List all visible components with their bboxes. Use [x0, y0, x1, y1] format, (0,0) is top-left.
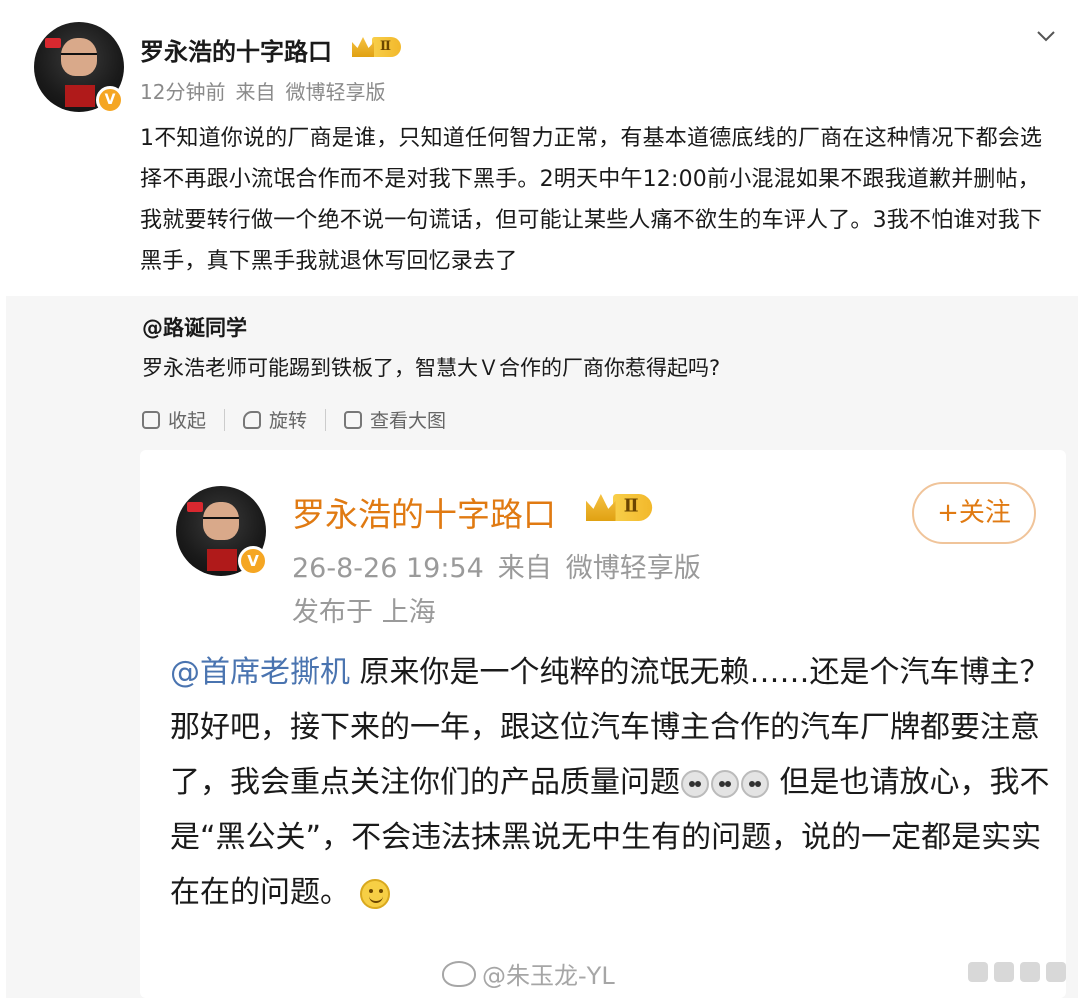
verified-badge-icon: V	[238, 546, 268, 576]
main-post: V 罗永浩的十字路口 Ⅱ 12分钟前 来自 微博轻享版 1不知道你说的厂商是谁，只知…	[0, 0, 1078, 300]
deco-block	[968, 962, 988, 982]
level-badge: Ⅱ	[372, 37, 401, 57]
repost-block: @路诞同学 罗永浩老师可能踢到铁板了，智慧大Ｖ合作的厂商你惹得起吗? 收起 旋转…	[6, 296, 1078, 998]
rotate-icon	[243, 410, 262, 429]
crown-icon	[586, 494, 616, 521]
rotate-button[interactable]: 旋转	[243, 406, 307, 433]
smile-emoji-icon	[359, 878, 390, 909]
view-large-button[interactable]: 查看大图	[344, 406, 446, 433]
watermark: @朱玉龙-YL	[442, 956, 615, 991]
chevron-down-icon[interactable]	[1036, 26, 1056, 46]
post-meta: 12分钟前 来自 微博轻享版	[140, 76, 395, 105]
repost-text: 罗永浩老师可能踢到铁板了，智慧大Ｖ合作的厂商你惹得起吗?	[142, 356, 721, 380]
source-prefix: 来自	[235, 80, 276, 104]
divider	[325, 408, 327, 431]
embedded-post-image[interactable]: V 罗永浩的十字路口 Ⅱ +关注 26-8-26 19:54 来自 微博轻享版 发布…	[140, 450, 1066, 998]
rotate-label: 旋转	[269, 410, 308, 432]
card-author-name: 罗永浩的十字路口	[292, 495, 556, 534]
skull-emoji-icon	[741, 769, 769, 798]
collapse-label: 收起	[168, 410, 207, 432]
verified-badge-icon: V	[96, 86, 124, 114]
avatar-glasses	[203, 516, 239, 524]
level-badge: Ⅱ	[613, 494, 653, 521]
avatar-stamp	[206, 549, 238, 571]
skull-emoji-icon	[681, 769, 709, 798]
post-source[interactable]: 微博轻享版	[285, 80, 385, 104]
collapse-button[interactable]: 收起	[142, 406, 206, 433]
card-source: 微博轻享版	[565, 553, 701, 584]
skull-emoji-icon	[711, 769, 739, 798]
image-toolbar: 收起 旋转 查看大图	[142, 406, 446, 433]
deco-block	[1046, 962, 1066, 982]
view-large-label: 查看大图	[370, 410, 447, 432]
mention-link: @首席老撕机	[170, 655, 350, 690]
deco-block	[994, 962, 1014, 982]
corner-decoration	[968, 962, 1066, 982]
card-body: @首席老撕机 原来你是一个纯粹的流氓无赖……还是个汽车博主？那好吧，接下来的一年…	[170, 645, 1050, 920]
post-content: 1不知道你说的厂商是谁，只知道任何智力正常，有基本道德底线的厂商在这种情况下都会…	[140, 126, 1043, 274]
follow-button: +关注	[912, 482, 1036, 544]
avatar-tag	[44, 38, 61, 49]
card-vip-crown-badge: Ⅱ	[586, 494, 653, 521]
watermark-text: @朱玉龙-YL	[482, 962, 615, 990]
card-datetime: 26-8-26 19:54	[292, 553, 484, 584]
magnify-icon	[344, 410, 363, 429]
collapse-icon	[142, 410, 160, 429]
post-time: 12分钟前	[140, 80, 226, 104]
vip-crown-badge[interactable]: Ⅱ	[352, 37, 401, 57]
avatar-stamp	[64, 85, 96, 107]
card-location: 发布于 上海	[292, 597, 436, 628]
card-meta: 26-8-26 19:54 来自 微博轻享版	[292, 546, 715, 585]
avatar-tag	[186, 502, 203, 513]
avatar-glasses	[61, 52, 97, 60]
deco-block	[1020, 962, 1040, 982]
author-name[interactable]: 罗永浩的十字路口	[140, 32, 332, 67]
repost-user[interactable]: @路诞同学	[142, 312, 247, 342]
weibo-logo-icon	[442, 960, 476, 987]
card-source-prefix: 来自	[497, 553, 552, 584]
divider	[224, 408, 226, 431]
crown-icon	[352, 37, 374, 57]
